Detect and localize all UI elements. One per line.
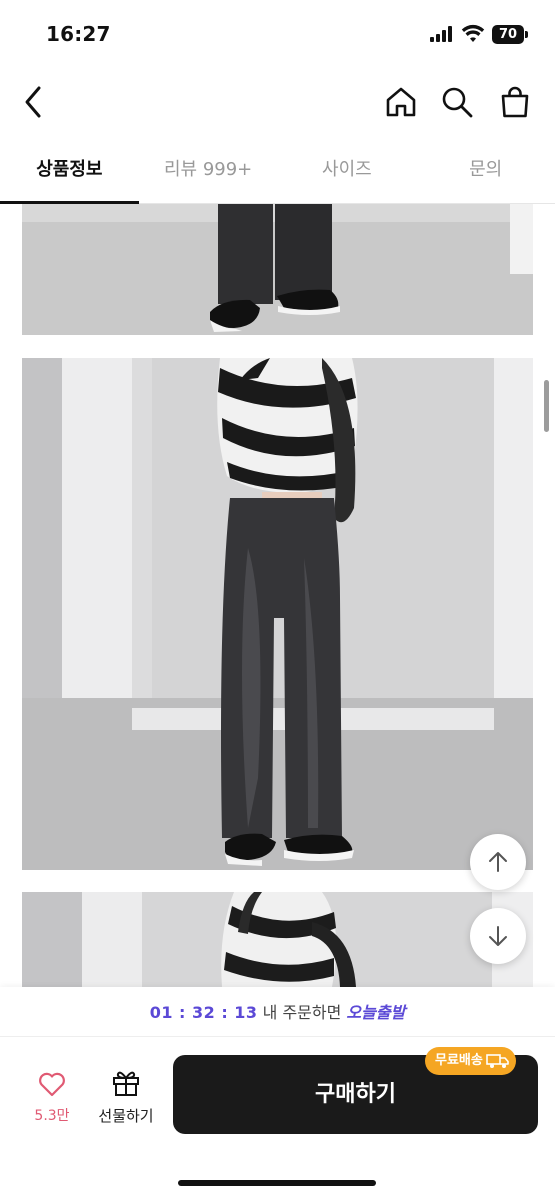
promo-text: 내 주문하면 bbox=[257, 1003, 347, 1022]
scroll-up-button[interactable] bbox=[470, 834, 526, 890]
truck-icon bbox=[486, 1054, 509, 1068]
status-time: 16:27 bbox=[46, 22, 111, 46]
scroll-down-button[interactable] bbox=[470, 908, 526, 964]
battery-icon: 70 bbox=[492, 25, 528, 44]
gift-icon bbox=[113, 1071, 139, 1096]
product-photo bbox=[22, 892, 533, 987]
cart-button[interactable] bbox=[495, 82, 535, 122]
gift-button[interactable]: 선물하기 bbox=[92, 1069, 160, 1133]
shopping-bag-icon bbox=[501, 86, 529, 118]
scrollbar[interactable] bbox=[544, 380, 549, 432]
home-indicator bbox=[178, 1180, 376, 1186]
status-bar: 16:27 70 bbox=[0, 0, 555, 64]
home-button[interactable] bbox=[381, 82, 421, 122]
chevron-left-icon bbox=[25, 86, 41, 118]
search-icon bbox=[442, 87, 473, 118]
top-nav bbox=[0, 64, 555, 140]
wifi-icon bbox=[461, 24, 485, 44]
product-tabs: 상품정보 리뷰 999+ 사이즈 문의 bbox=[0, 140, 555, 204]
promo-highlight: 오늘출발 bbox=[346, 1003, 406, 1022]
free-shipping-badge: 무료배송 bbox=[425, 1047, 516, 1075]
tab-product-info[interactable]: 상품정보 bbox=[0, 140, 139, 204]
arrow-down-icon bbox=[489, 926, 507, 946]
same-day-shipping-banner: 01 : 32 : 13 내 주문하면 오늘출발 bbox=[0, 987, 555, 1037]
tab-size[interactable]: 사이즈 bbox=[278, 140, 417, 203]
product-photo bbox=[22, 204, 533, 335]
countdown-timer: 01 : 32 : 13 bbox=[149, 1003, 258, 1022]
free-shipping-label: 무료배송 bbox=[435, 1053, 483, 1068]
back-button[interactable] bbox=[14, 82, 54, 122]
heart-icon bbox=[39, 1072, 65, 1097]
bottom-purchase-bar: 01 : 32 : 13 내 주문하면 오늘출발 5.3만 선물하기 구매하기 … bbox=[0, 987, 555, 1200]
home-icon bbox=[386, 87, 416, 117]
tab-reviews[interactable]: 리뷰 999+ bbox=[139, 140, 278, 203]
search-button[interactable] bbox=[437, 82, 477, 122]
like-count: 5.3만 bbox=[34, 1108, 70, 1124]
like-button[interactable]: 5.3만 bbox=[22, 1071, 82, 1135]
battery-level: 70 bbox=[492, 25, 524, 44]
product-photo bbox=[22, 358, 533, 870]
arrow-up-icon bbox=[489, 852, 507, 872]
signal-icon bbox=[430, 26, 456, 42]
gift-label: 선물하기 bbox=[98, 1107, 154, 1125]
tab-inquiry[interactable]: 문의 bbox=[416, 140, 555, 203]
